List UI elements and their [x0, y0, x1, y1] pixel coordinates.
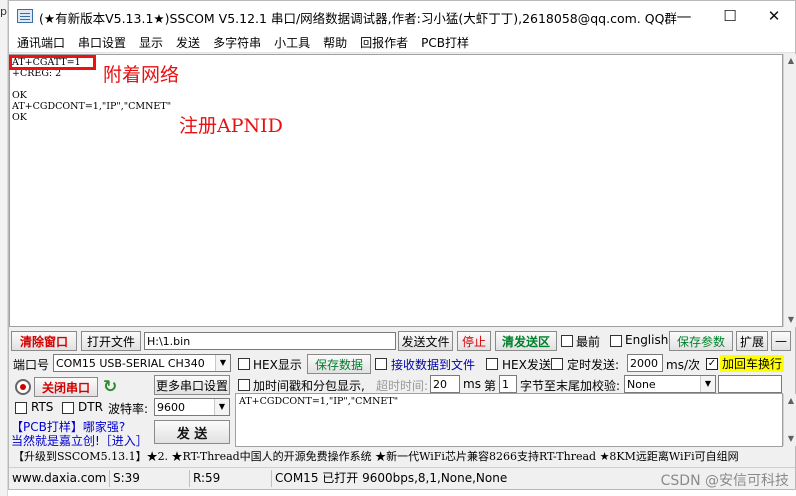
- stop-button[interactable]: 停止: [457, 331, 491, 351]
- hex-display-label: HEX显示: [253, 358, 302, 372]
- rts-checkbox[interactable]: [15, 402, 27, 414]
- menu-serial-settings[interactable]: 串口设置: [72, 31, 133, 52]
- checksum-value: None: [627, 377, 656, 391]
- minimize-button[interactable]: —: [661, 1, 707, 31]
- menu-multi-string[interactable]: 多字符串: [207, 31, 268, 52]
- close-port-button[interactable]: 关闭串口: [34, 377, 98, 397]
- recv-to-file-checkbox[interactable]: [375, 358, 387, 370]
- english-label: English: [625, 333, 669, 347]
- sscom-window: (★有新版本V5.13.1★)SSCOM V5.12.1 串口/网络数据调试器,…: [8, 0, 796, 490]
- port-select[interactable]: COM15 USB-SERIAL CH340 ▼: [53, 354, 231, 372]
- timed-send-checkbox[interactable]: [551, 358, 563, 370]
- window-title: (★有新版本V5.13.1★)SSCOM V5.12.1 串口/网络数据调试器,…: [39, 11, 677, 26]
- dtr-checkbox[interactable]: [62, 402, 74, 414]
- close-button[interactable]: ✕: [751, 1, 796, 31]
- menu-help[interactable]: 帮助: [317, 31, 354, 52]
- save-data-button[interactable]: 保存数据: [307, 354, 371, 374]
- menu-comm-port[interactable]: 通讯端口: [11, 31, 72, 52]
- status-bar: www.daxia.com S:39 R:59 COM15 已打开 9600bp…: [9, 467, 795, 489]
- add-crlf-checkbox[interactable]: ✓: [706, 358, 718, 370]
- chevron-down-icon[interactable]: ▼: [214, 399, 229, 415]
- menu-bar: 通讯端口 串口设置 显示 发送 多字符串 小工具 帮助 回报作者 PCB打样: [9, 31, 795, 53]
- menu-display[interactable]: 显示: [133, 31, 170, 52]
- status-port-state: COM15 已打开 9600bps,8,1,None,None: [271, 470, 531, 487]
- scroll-down-icon[interactable]: ▼: [784, 432, 796, 446]
- page-prefix: 第: [484, 379, 497, 393]
- timeout-input[interactable]: 20: [430, 375, 460, 393]
- dtr-label: DTR: [78, 400, 103, 414]
- status-sent-count: S:39: [109, 470, 187, 487]
- terminal-line: OK: [12, 90, 27, 101]
- checksum-select[interactable]: None ▼: [624, 375, 716, 393]
- more-settings-button[interactable]: 更多串口设置: [154, 375, 230, 395]
- file-path-input[interactable]: H:\1.bin: [144, 332, 396, 350]
- receive-terminal[interactable]: AT+CGATT=1 +CREG: 2 OK AT+CGDCONT=1,"IP"…: [9, 54, 783, 327]
- csdn-watermark: CSDN @安信可科技: [660, 473, 789, 489]
- port-value: COM15 USB-SERIAL CH340: [56, 356, 205, 370]
- hex-send-label: HEX发送: [502, 358, 551, 372]
- topmost-label: 最前: [576, 335, 601, 349]
- checksum-extra-field[interactable]: [718, 375, 782, 393]
- checksum-label: 字节至末尾加校验:: [520, 379, 621, 393]
- baud-select[interactable]: 9600 ▼: [154, 398, 230, 416]
- scroll-down-icon[interactable]: ▼: [784, 313, 796, 327]
- terminal-line: AT+CGDCONT=1,"IP","CMNET": [12, 101, 172, 112]
- collapse-button[interactable]: —: [771, 331, 791, 351]
- terminal-line: OK: [12, 112, 27, 123]
- rts-label: RTS: [31, 400, 54, 414]
- timestamp-checkbox[interactable]: [238, 379, 250, 391]
- send-scrollbar[interactable]: ▲ ▼: [783, 394, 796, 446]
- background-window-strip: p: [0, 0, 8, 496]
- recv-to-file-label: 接收数据到文件: [391, 358, 476, 372]
- page-input[interactable]: 1: [499, 375, 517, 393]
- menu-tools[interactable]: 小工具: [268, 31, 317, 52]
- app-icon: [17, 9, 33, 23]
- send-textarea[interactable]: AT+CGDCONT=1,"IP","CMNET": [235, 393, 783, 447]
- scroll-up-icon[interactable]: ▲: [784, 54, 796, 68]
- timeout-label: 超时时间:: [376, 379, 429, 393]
- english-checkbox[interactable]: [610, 335, 622, 347]
- send-file-button[interactable]: 发送文件: [398, 331, 453, 351]
- chevron-down-icon[interactable]: ▼: [700, 376, 715, 392]
- status-site[interactable]: www.daxia.com: [9, 470, 109, 487]
- background-glyph: p: [0, 5, 7, 18]
- send-text: AT+CGDCONT=1,"IP","CMNET": [239, 396, 399, 407]
- timestamp-label: 加时间戳和分包显示,: [253, 379, 365, 393]
- record-icon: [15, 379, 31, 395]
- menu-send[interactable]: 发送: [170, 31, 207, 52]
- terminal-scrollbar[interactable]: ▲ ▼: [783, 54, 796, 327]
- timed-send-label: 定时发送:: [567, 358, 620, 372]
- maximize-button[interactable]: ☐: [707, 1, 753, 31]
- news-marquee[interactable]: 【升级到SSCOM5.13.1】★2. ★RT-Thread中国人的开源免费操作…: [11, 449, 793, 465]
- hex-send-checkbox[interactable]: [486, 358, 498, 370]
- port-label: 端口号: [13, 358, 50, 372]
- open-file-button[interactable]: 打开文件: [81, 331, 141, 351]
- baud-value: 9600: [157, 400, 185, 414]
- status-recv-count: R:59: [189, 470, 269, 487]
- expand-button[interactable]: 扩展: [736, 331, 768, 351]
- topmost-checkbox[interactable]: [561, 335, 573, 347]
- clear-send-button[interactable]: 清发送区: [495, 331, 557, 351]
- menu-pcb[interactable]: PCB打样: [415, 31, 476, 52]
- title-bar: (★有新版本V5.13.1★)SSCOM V5.12.1 串口/网络数据调试器,…: [9, 1, 795, 31]
- annotation-attach-network: 附着网络: [103, 64, 180, 86]
- highlight-box: [9, 55, 96, 70]
- interval-input[interactable]: 2000: [627, 354, 663, 372]
- annotation-register-apn: 注册APNID: [179, 115, 283, 137]
- pcb-promo-line2[interactable]: 当然就是嘉立创!［进入］: [11, 432, 148, 449]
- chevron-down-icon[interactable]: ▼: [215, 355, 230, 371]
- menu-feedback[interactable]: 回报作者: [354, 31, 415, 52]
- clear-window-button[interactable]: 清除窗口: [11, 331, 77, 351]
- refresh-icon[interactable]: ↻: [103, 377, 117, 397]
- timeout-unit: ms: [463, 377, 481, 391]
- send-button[interactable]: 发 送: [154, 420, 230, 444]
- interval-unit: ms/次: [666, 358, 700, 372]
- scroll-up-icon[interactable]: ▲: [784, 394, 796, 408]
- add-crlf-label: 加回车换行: [720, 355, 785, 372]
- hex-display-checkbox[interactable]: [238, 358, 250, 370]
- save-params-button[interactable]: 保存参数: [669, 331, 733, 351]
- baud-label: 波特率:: [108, 402, 149, 416]
